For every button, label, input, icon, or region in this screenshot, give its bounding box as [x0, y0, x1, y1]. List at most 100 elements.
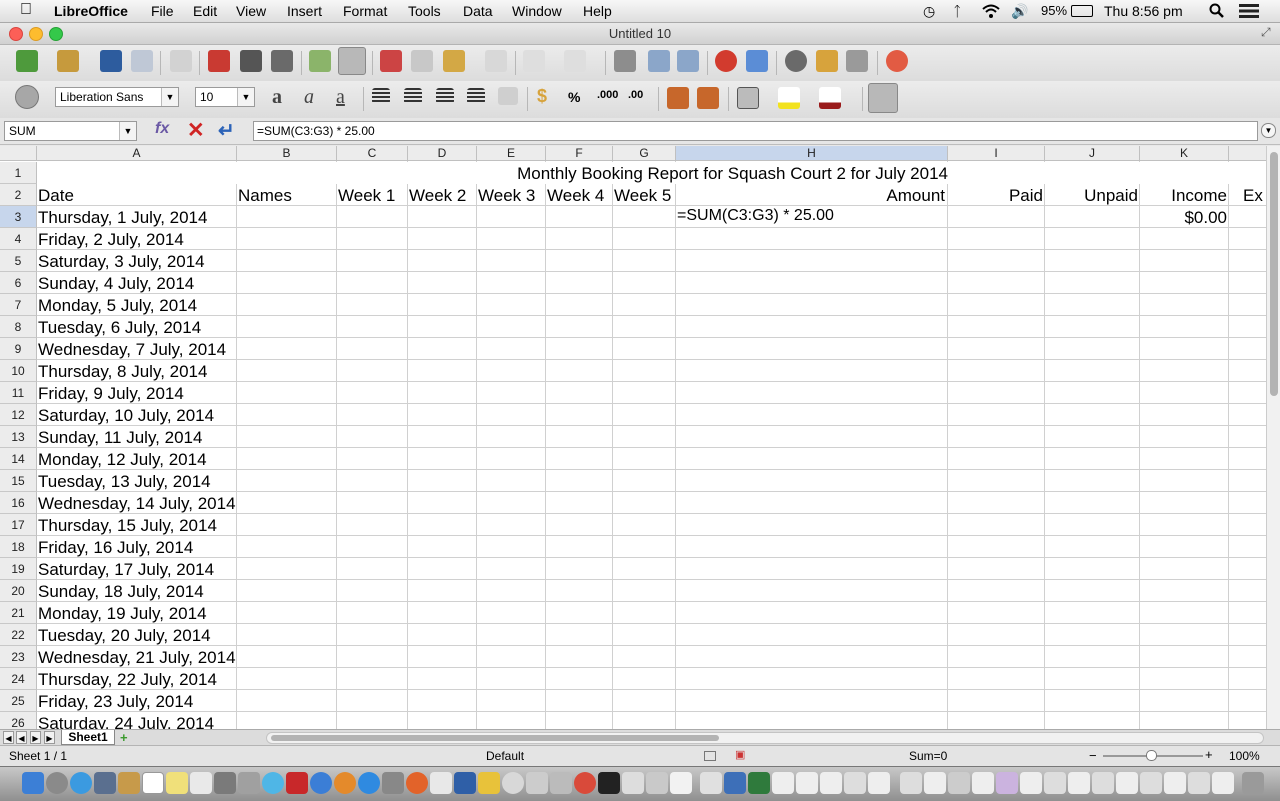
menu-tools[interactable]: Tools: [408, 3, 441, 19]
styles-icon[interactable]: [15, 85, 39, 109]
column-header-D[interactable]: D: [408, 146, 477, 161]
row-header-1[interactable]: 1: [0, 162, 37, 184]
select-all-corner[interactable]: [0, 146, 37, 161]
system-preferences-icon[interactable]: [382, 772, 404, 794]
safari-icon[interactable]: [70, 772, 92, 794]
clone-formatting-icon[interactable]: [485, 50, 507, 72]
auto-spellcheck-icon[interactable]: [338, 47, 366, 75]
notification-center-icon[interactable]: [1239, 4, 1259, 18]
income-cell[interactable]: $0.00: [1140, 206, 1227, 228]
number-format-icon[interactable]: .000: [597, 89, 618, 101]
date-cell[interactable]: Sunday, 11 July, 2014: [38, 426, 202, 448]
grab-icon[interactable]: [550, 772, 572, 794]
file-icon[interactable]: [796, 772, 818, 794]
date-cell[interactable]: Tuesday, 6 July, 2014: [38, 316, 201, 338]
row-header-22[interactable]: 22: [0, 624, 37, 646]
column-header-G[interactable]: G: [613, 146, 676, 161]
currency-format-icon[interactable]: $: [537, 86, 547, 107]
zoom-in-icon[interactable]: +: [1205, 747, 1213, 762]
column-header-K[interactable]: K: [1140, 146, 1229, 161]
name-box[interactable]: SUM ▼: [4, 121, 137, 141]
archive-icon[interactable]: [526, 772, 548, 794]
decrease-indent-icon[interactable]: [667, 87, 689, 109]
pivot-table-icon[interactable]: [746, 50, 768, 72]
date-cell[interactable]: Thursday, 15 July, 2014: [38, 514, 217, 536]
header-names[interactable]: Names: [238, 184, 292, 206]
column-header-A[interactable]: A: [37, 146, 237, 161]
date-cell[interactable]: Friday, 16 July, 2014: [38, 536, 193, 558]
header-week2[interactable]: Week 2: [409, 184, 466, 206]
sort-descending-icon[interactable]: [677, 50, 699, 72]
preview-icon[interactable]: [238, 772, 260, 794]
row-header-25[interactable]: 25: [0, 690, 37, 712]
borders-icon[interactable]: [737, 87, 759, 109]
horizontal-scroll-thumb[interactable]: [271, 735, 719, 741]
menu-view[interactable]: View: [236, 3, 266, 19]
date-cell[interactable]: Wednesday, 14 July, 2014: [38, 492, 236, 514]
insert-chart-icon[interactable]: [715, 50, 737, 72]
battery-percent[interactable]: 95%: [1041, 3, 1067, 18]
row-header-15[interactable]: 15: [0, 470, 37, 492]
cancel-icon[interactable]: ✕: [187, 118, 205, 143]
file-icon[interactable]: [868, 772, 890, 794]
font-name-combo[interactable]: Liberation Sans ▼: [55, 87, 179, 107]
contacts-icon[interactable]: [118, 772, 140, 794]
help-icon[interactable]: [886, 50, 908, 72]
notes-icon[interactable]: [166, 772, 188, 794]
row-header-11[interactable]: 11: [0, 382, 37, 404]
menu-data[interactable]: Data: [463, 3, 493, 19]
email-icon[interactable]: [131, 50, 153, 72]
column-header-F[interactable]: F: [546, 146, 613, 161]
file-icon[interactable]: [1188, 772, 1210, 794]
align-center-icon[interactable]: [404, 88, 422, 104]
row-header-14[interactable]: 14: [0, 448, 37, 470]
justify-icon[interactable]: [467, 88, 485, 104]
vertical-scroll-thumb[interactable]: [1270, 152, 1278, 396]
file-icon[interactable]: [1164, 772, 1186, 794]
date-cell[interactable]: Monday, 19 July, 2014: [38, 602, 207, 624]
sheet-tab-sheet1[interactable]: Sheet1: [61, 730, 115, 745]
percent-format-icon[interactable]: %: [568, 89, 580, 105]
itunes-icon[interactable]: [310, 772, 332, 794]
ibooks-icon[interactable]: [334, 772, 356, 794]
row-header-24[interactable]: 24: [0, 668, 37, 690]
add-sheet-icon[interactable]: +: [120, 730, 128, 745]
date-cell[interactable]: Thursday, 1 July, 2014: [38, 206, 207, 228]
date-cell[interactable]: Friday, 23 July, 2014: [38, 690, 193, 712]
header-date[interactable]: Date: [38, 184, 74, 206]
date-cell[interactable]: Monday, 5 July, 2014: [38, 294, 197, 316]
fullscreen-icon[interactable]: ⤢: [1261, 25, 1271, 40]
date-cell[interactable]: Wednesday, 21 July, 2014: [38, 646, 236, 668]
photo-booth-icon[interactable]: [286, 772, 308, 794]
date-cell[interactable]: Friday, 2 July, 2014: [38, 228, 184, 250]
column-header-I[interactable]: I: [948, 146, 1045, 161]
bold-icon[interactable]: a: [272, 86, 282, 109]
row-header-4[interactable]: 4: [0, 228, 37, 250]
file-icon[interactable]: [772, 772, 794, 794]
redo-icon[interactable]: [564, 50, 586, 72]
align-right-icon[interactable]: [436, 88, 454, 104]
spotlight-search-icon[interactable]: [1209, 3, 1225, 19]
print-preview-icon[interactable]: [271, 50, 293, 72]
header-week5[interactable]: Week 5: [614, 184, 671, 206]
launchpad-icon[interactable]: [46, 772, 68, 794]
zoom-level[interactable]: 100%: [1229, 749, 1260, 763]
first-sheet-icon[interactable]: ◀: [3, 731, 14, 744]
date-cell[interactable]: Tuesday, 20 July, 2014: [38, 624, 211, 646]
disk-utility-icon[interactable]: [502, 772, 524, 794]
menu-edit[interactable]: Edit: [193, 3, 217, 19]
row-header-16[interactable]: 16: [0, 492, 37, 514]
file-icon[interactable]: [1020, 772, 1042, 794]
data-sources-icon[interactable]: [846, 50, 868, 72]
file-icon[interactable]: [900, 772, 922, 794]
font-size-combo[interactable]: 10 ▼: [195, 87, 255, 107]
chrome-icon[interactable]: [574, 772, 596, 794]
row-header-3[interactable]: 3: [0, 206, 37, 228]
chevron-down-icon[interactable]: ▼: [161, 88, 178, 106]
row-header-21[interactable]: 21: [0, 602, 37, 624]
date-cell[interactable]: Saturday, 3 July, 2014: [38, 250, 205, 272]
vertical-scrollbar[interactable]: [1266, 146, 1280, 730]
formula-input[interactable]: =SUM(C3:G3) * 25.00: [253, 121, 1258, 141]
hyperlink-icon[interactable]: [614, 50, 636, 72]
row-header-12[interactable]: 12: [0, 404, 37, 426]
